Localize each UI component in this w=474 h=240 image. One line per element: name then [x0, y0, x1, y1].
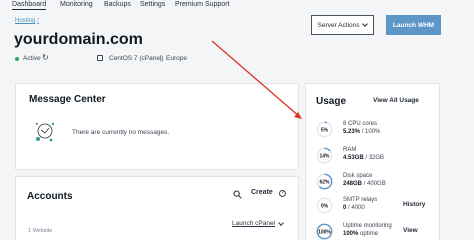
server-actions-button[interactable]: Server Actions: [311, 15, 374, 35]
empty-messages-illustration-icon: [35, 122, 55, 142]
message-center-title: Message Center: [29, 94, 106, 105]
nav-premium-support[interactable]: Premium Support: [175, 1, 229, 8]
breadcrumb-hosting-link[interactable]: Hosting: [15, 18, 35, 24]
usage-row: 14% RAM 4.53GB / 32GB: [316, 147, 436, 165]
nav-settings[interactable]: Settings: [140, 1, 165, 8]
no-messages-text: There are currently no messages.: [72, 129, 170, 136]
nav-monitoring[interactable]: Monitoring: [60, 1, 93, 8]
usage-percent: 100%: [318, 229, 331, 235]
usage-label: Disk space: [343, 173, 373, 179]
refresh-icon[interactable]: ↻: [42, 53, 49, 62]
launch-whm-button[interactable]: Launch WHM: [386, 15, 441, 35]
usage-ring-icon: 5%: [316, 121, 333, 138]
usage-amount: 4.53GB: [343, 155, 364, 161]
usage-limit: / 4000: [348, 205, 365, 211]
server-icon: [97, 55, 103, 61]
help-icon[interactable]: ?: [279, 190, 286, 197]
usage-percent: 5%: [321, 127, 329, 133]
usage-label: SMTP relays: [343, 197, 378, 203]
usage-link[interactable]: History: [403, 201, 425, 208]
usage-card: Usage View All Usage 5% 8 CPU cores 5.23% …: [305, 83, 440, 240]
usage-limit: / 400GB: [363, 181, 386, 187]
server-actions-label: Server Actions: [317, 21, 360, 29]
search-icon[interactable]: [233, 190, 242, 199]
accounts-card: Accounts Create ? 1 Website Launch cPane…: [15, 176, 299, 240]
usage-percent: 14%: [319, 153, 330, 159]
usage-label: 8 CPU cores: [343, 121, 378, 127]
chevron-down-icon: [362, 21, 369, 27]
create-account-button[interactable]: Create: [251, 189, 273, 196]
usage-percent: 0%: [321, 203, 329, 209]
breadcrumb-separator: /: [37, 18, 40, 24]
usage-amount: 248GB: [343, 181, 363, 187]
nav-dashboard[interactable]: Dashboard: [12, 1, 47, 10]
usage-amount: 0: [343, 205, 347, 211]
usage-percent: 62%: [319, 179, 330, 185]
usage-value: 4.53GB / 32GB: [343, 155, 384, 161]
server-region: Europe: [166, 55, 187, 62]
usage-link[interactable]: View: [403, 227, 418, 234]
breadcrumb: Hosting /: [15, 18, 39, 24]
top-nav: Dashboard Monitoring Backups Settings Pr…: [0, 0, 474, 12]
status-badge: Active: [15, 55, 41, 62]
usage-ring-icon: 0%: [316, 197, 333, 214]
chevron-down-icon[interactable]: [278, 220, 284, 226]
status-text: Active: [23, 55, 41, 62]
usage-limit: / 100%: [361, 129, 381, 135]
usage-row: 62% Disk space 248GB / 400GB: [316, 173, 436, 191]
usage-ring-icon: 62%: [316, 173, 333, 190]
usage-amount: 100%: [343, 231, 359, 237]
usage-label: Uptime monitoring: [343, 223, 392, 229]
message-center-card: Message Center There are currently no me…: [15, 83, 299, 170]
usage-value: 5.23% / 100%: [343, 129, 380, 135]
launch-cpanel-link[interactable]: Launch cPanel: [232, 220, 275, 227]
usage-ring-icon: 100%: [316, 223, 333, 240]
server-region-separator: |: [160, 55, 162, 62]
usage-label: RAM: [343, 147, 357, 153]
usage-limit: / 32GB: [365, 155, 385, 161]
status-dot-icon: [15, 56, 19, 61]
usage-row: 0% SMTP relays 0 / 4000 History: [316, 197, 436, 215]
usage-limit: optime: [360, 231, 379, 237]
website-count: 1 Website: [28, 228, 53, 234]
usage-amount: 5.23%: [343, 129, 361, 135]
usage-row: 5% 8 CPU cores 5.23% / 100%: [316, 121, 436, 139]
page-title: yourdomain.com: [14, 31, 143, 48]
nav-backups[interactable]: Backups: [104, 1, 131, 8]
usage-title: Usage: [316, 96, 347, 107]
usage-row: 100% Uptime monitoring 100% optime View: [316, 223, 436, 240]
usage-value: 0 / 4000: [343, 205, 365, 211]
server-os: CentOS 7 (cPanel): [109, 55, 164, 62]
usage-value: 100% optime: [343, 231, 378, 237]
view-all-usage-link[interactable]: View All Usage: [373, 97, 419, 104]
accounts-title: Accounts: [27, 191, 73, 202]
usage-value: 248GB / 400GB: [343, 181, 386, 187]
usage-ring-icon: 14%: [316, 147, 333, 164]
